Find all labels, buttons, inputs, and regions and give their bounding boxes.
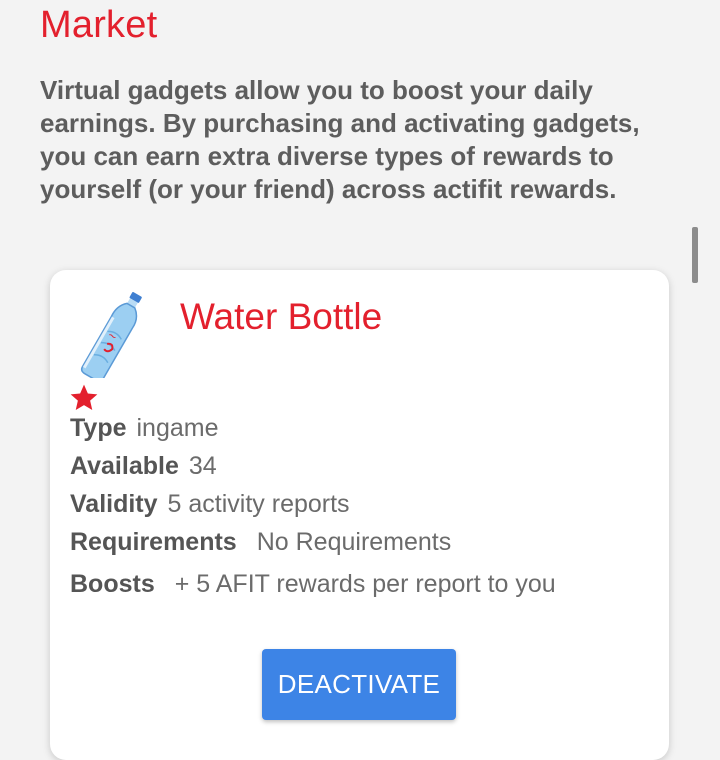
- requirements-label: Requirements: [70, 528, 237, 556]
- available-row: Available 34: [70, 452, 217, 481]
- water-bottle-icon: ~: [76, 290, 152, 382]
- type-value: ingame: [136, 414, 219, 442]
- page-title: Market: [40, 4, 158, 46]
- scrollbar[interactable]: [692, 227, 698, 283]
- validity-value: 5 activity reports: [167, 490, 350, 518]
- boosts-value: + 5 AFIT rewards per report to you: [174, 570, 556, 598]
- validity-label: Validity: [70, 490, 158, 518]
- star-icon: [68, 382, 100, 414]
- gadget-card: ~ Water Bottle Type ingame Available 34 Va…: [50, 270, 669, 760]
- available-label: Available: [70, 452, 179, 480]
- type-label: Type: [70, 414, 127, 442]
- type-row: Type ingame: [70, 414, 219, 443]
- intro-text: Virtual gadgets allow you to boost your …: [40, 75, 640, 204]
- boosts-label: Boosts: [70, 570, 155, 598]
- boosts-row: Boosts + 5 AFIT rewards per report to you: [70, 570, 556, 599]
- requirements-value: No Requirements: [256, 528, 452, 556]
- deactivate-button[interactable]: DEACTIVATE: [262, 649, 456, 720]
- requirements-row: Requirements No Requirements: [70, 528, 451, 557]
- gadget-name: Water Bottle: [180, 296, 383, 337]
- available-value: 34: [188, 452, 217, 480]
- validity-row: Validity 5 activity reports: [70, 490, 350, 519]
